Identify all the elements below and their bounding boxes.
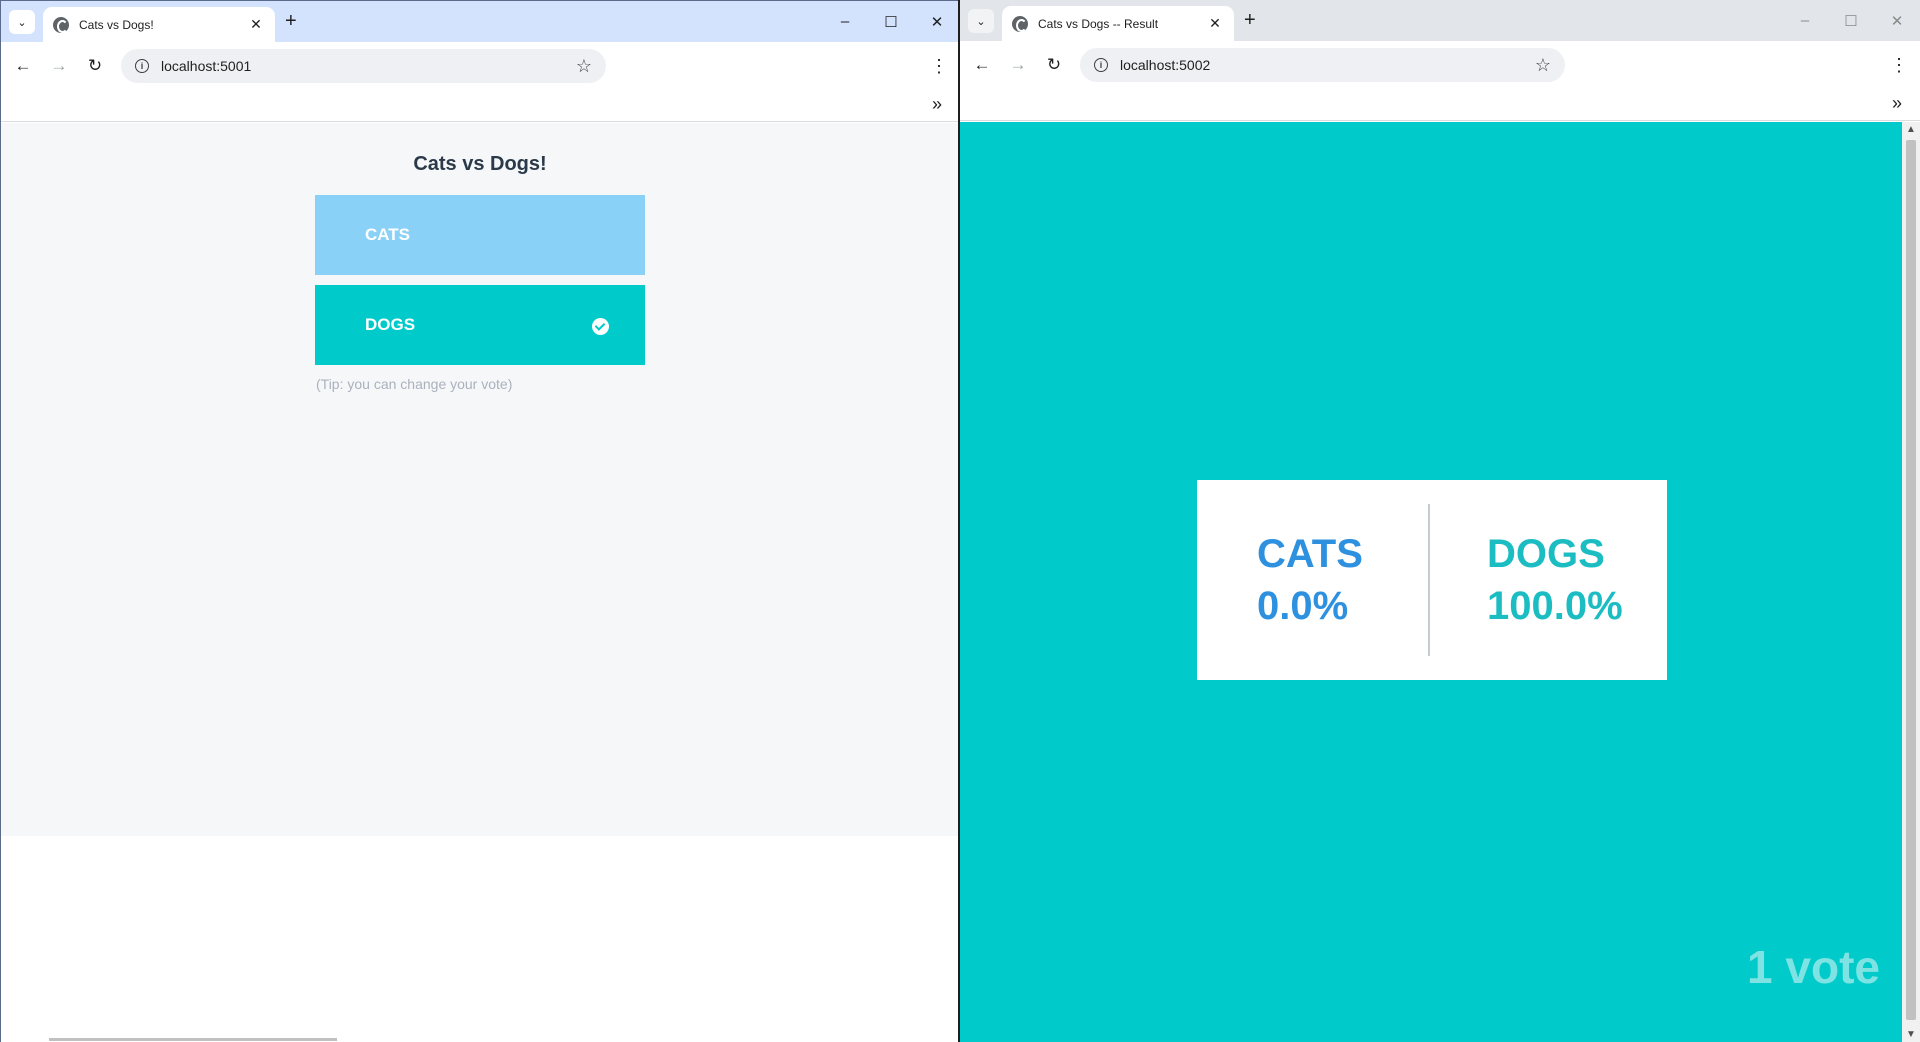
scroll-thumb[interactable] <box>1906 140 1916 1020</box>
star-icon[interactable]: ☆ <box>1535 55 1551 76</box>
address-bar[interactable]: i localhost:5001 ☆ <box>121 49 606 83</box>
arrow-right-icon[interactable]: → <box>1006 53 1030 77</box>
chevron-down-icon: ⌄ <box>976 15 986 28</box>
browser-toolbar: ← → ↻ i localhost:5002 ☆ ⋮ <box>960 41 1920 87</box>
result-card: CATS 0.0% DOGS 100.0% <box>1197 480 1667 680</box>
arrow-right-icon[interactable]: → <box>47 54 71 78</box>
bookmarks-bar: » <box>960 87 1920 121</box>
dogs-label: DOGS <box>1487 532 1605 576</box>
result-browser-window: ⌄ Cats vs Dogs -- Result ✕ + – ☐ ✕ ← → ↻… <box>960 0 1920 1042</box>
cats-percent: 0.0% <box>1257 584 1349 628</box>
close-icon[interactable]: ✕ <box>1206 15 1224 32</box>
cats-label: CATS <box>1257 532 1363 576</box>
tab-strip: ⌄ Cats vs Dogs -- Result ✕ + – ☐ ✕ <box>960 0 1920 41</box>
vote-count: 1 vote <box>1747 941 1880 993</box>
close-window-icon[interactable]: ✕ <box>914 1 960 42</box>
info-icon[interactable]: i <box>1094 58 1108 72</box>
minimize-icon[interactable]: – <box>822 1 868 42</box>
close-window-icon[interactable]: ✕ <box>1874 0 1920 41</box>
vote-dogs-label: DOGS <box>365 315 416 334</box>
result-page: CATS 0.0% DOGS 100.0% 1 vote <box>960 122 1902 1042</box>
bookmarks-bar: » <box>1 88 960 122</box>
cats-result: CATS 0.0% <box>1257 528 1363 632</box>
tab-title: Cats vs Dogs -- Result <box>1038 16 1159 31</box>
double-chevron-icon[interactable]: » <box>932 94 942 115</box>
tab-search-button[interactable]: ⌄ <box>968 9 994 33</box>
globe-icon <box>53 16 69 33</box>
url-text[interactable]: localhost:5002 <box>1120 57 1535 73</box>
scroll-down-icon[interactable]: ▼ <box>1906 1029 1916 1040</box>
arrow-left-icon[interactable]: ← <box>970 53 994 77</box>
minimize-icon[interactable]: – <box>1782 0 1828 41</box>
reload-icon[interactable]: ↻ <box>1042 53 1066 77</box>
scroll-up-icon[interactable]: ▲ <box>1906 124 1916 135</box>
tab-vote[interactable]: Cats vs Dogs! ✕ <box>43 7 275 42</box>
kebab-menu-icon[interactable]: ⋮ <box>1890 53 1908 77</box>
plus-icon[interactable]: + <box>1244 10 1256 30</box>
reload-icon[interactable]: ↻ <box>83 54 107 78</box>
url-text[interactable]: localhost:5001 <box>161 58 576 74</box>
tab-strip: ⌄ Cats vs Dogs! ✕ + – ☐ ✕ <box>1 1 960 42</box>
address-bar[interactable]: i localhost:5002 ☆ <box>1080 48 1565 82</box>
arrow-left-icon[interactable]: ← <box>11 54 35 78</box>
vertical-scrollbar[interactable]: ▲ ▼ <box>1902 122 1920 1042</box>
vote-cats-label: CATS <box>365 225 411 244</box>
tab-result[interactable]: Cats vs Dogs -- Result ✕ <box>1002 6 1234 41</box>
dogs-percent: 100.0% <box>1487 584 1623 628</box>
info-icon[interactable]: i <box>135 59 149 73</box>
star-icon[interactable]: ☆ <box>576 56 592 77</box>
globe-icon <box>1012 15 1028 32</box>
vote-dogs-button[interactable]: DOGS <box>315 285 645 365</box>
window-controls: – ☐ ✕ <box>1782 0 1920 41</box>
plus-icon[interactable]: + <box>285 11 297 31</box>
page-title: Cats vs Dogs! <box>413 153 547 175</box>
kebab-menu-icon[interactable]: ⋮ <box>930 54 948 78</box>
maximize-icon[interactable]: ☐ <box>868 1 914 42</box>
close-icon[interactable]: ✕ <box>247 16 265 33</box>
tab-title: Cats vs Dogs! <box>79 17 154 32</box>
tab-search-button[interactable]: ⌄ <box>9 10 35 34</box>
window-controls: – ☐ ✕ <box>822 1 960 42</box>
vote-cats-button[interactable]: CATS <box>315 195 645 275</box>
vote-page: Cats vs Dogs! CATS DOGS (Tip: you can ch… <box>1 123 959 836</box>
maximize-icon[interactable]: ☐ <box>1828 0 1874 41</box>
horizontal-scrollbar[interactable] <box>49 1038 337 1041</box>
tip-text: (Tip: you can change your vote) <box>316 376 513 392</box>
voting-browser-window: ⌄ Cats vs Dogs! ✕ + – ☐ ✕ ← → ↻ i localh… <box>0 0 960 1042</box>
check-circle-icon <box>592 318 609 335</box>
browser-toolbar: ← → ↻ i localhost:5001 ☆ ⋮ <box>1 42 960 88</box>
double-chevron-icon[interactable]: » <box>1892 93 1902 114</box>
dogs-result: DOGS 100.0% <box>1487 528 1623 632</box>
result-divider <box>1428 504 1430 656</box>
chevron-down-icon: ⌄ <box>17 16 27 29</box>
